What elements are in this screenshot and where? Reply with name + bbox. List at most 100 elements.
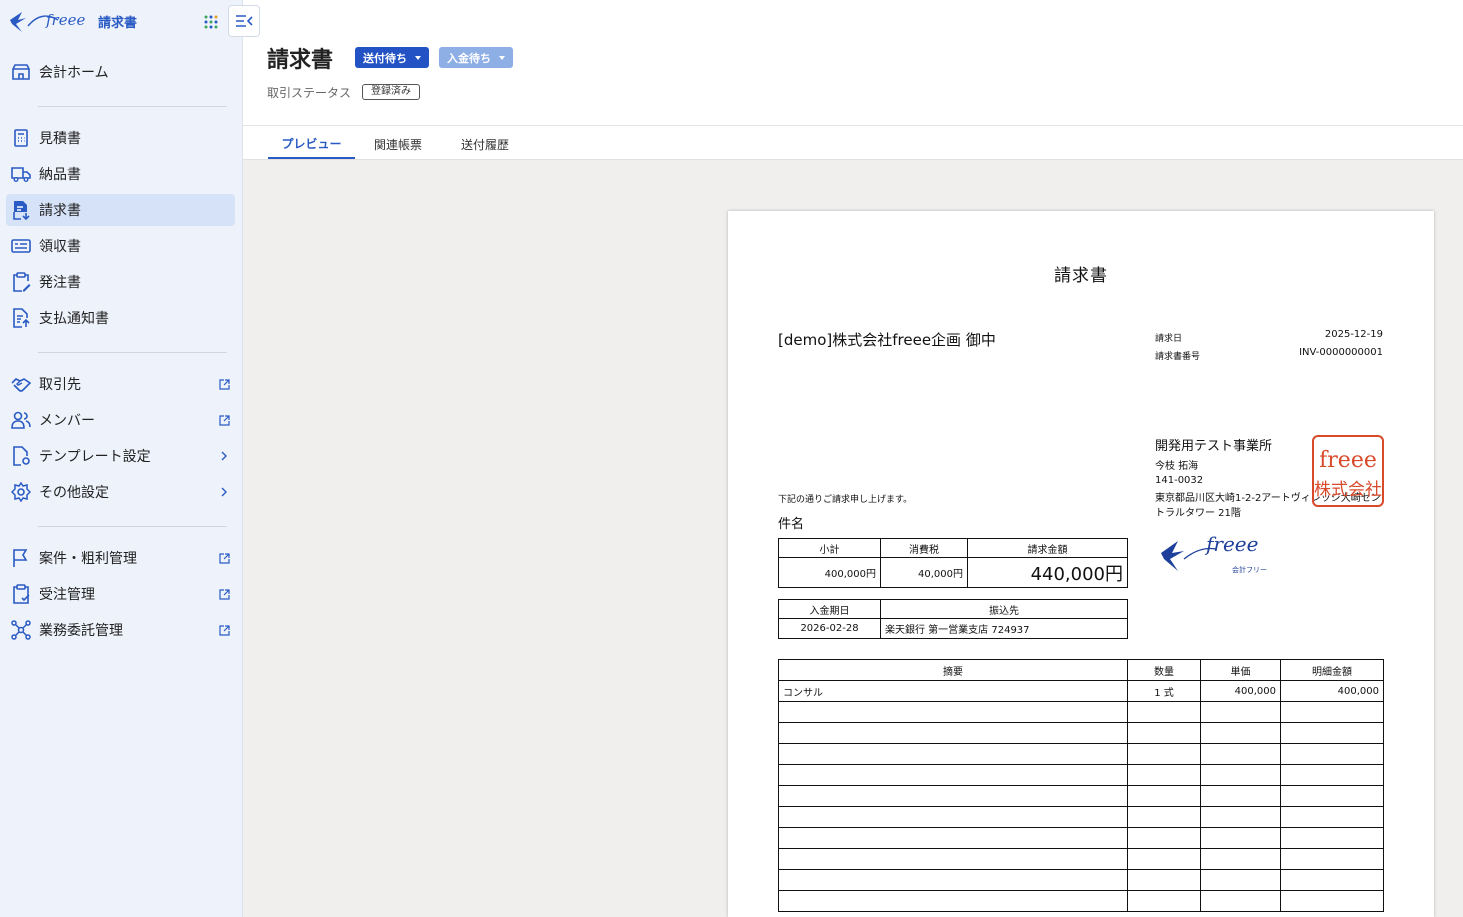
network-icon — [10, 619, 32, 641]
sidebar-item-template-settings[interactable]: テンプレート設定 — [6, 440, 235, 472]
sidebar-item-label: その他設定 — [39, 485, 109, 501]
total-value: 440,000円 — [967, 557, 1128, 588]
tax-value: 40,000円 — [880, 557, 968, 588]
invoice-number-label: 請求書番号 — [1155, 352, 1201, 362]
summary-header: 消費税 — [880, 538, 968, 558]
intro-text: 下記の通りご請求申し上げます。 — [778, 495, 913, 505]
sidebar-item-estimate[interactable]: 見積書 — [6, 122, 235, 154]
chevron-right-icon — [217, 449, 231, 463]
payment-table: 入金期日 振込先 2026-02-28 楽天銀行 第一営業支店 724937 — [778, 599, 1128, 639]
document-upload-icon — [10, 307, 32, 329]
deal-status-label: 取引ステータス — [267, 86, 352, 100]
sidebar-item-invoice[interactable]: 請求書 — [6, 194, 235, 226]
caret-down-icon — [415, 55, 421, 60]
header-divider — [243, 125, 1463, 126]
external-link-icon — [217, 623, 231, 637]
sidebar-divider — [38, 526, 227, 527]
invoice-title: 請求書 — [1054, 266, 1108, 286]
subject-label: 件名 — [778, 517, 805, 532]
sidebar-item-label: 案件・粗利管理 — [39, 551, 137, 567]
items-header: 数量 — [1127, 659, 1201, 681]
sidebar-item-project-margin[interactable]: 案件・粗利管理 — [6, 542, 235, 574]
caret-down-icon — [499, 55, 505, 60]
table-row — [778, 764, 1384, 786]
freee-logo[interactable]: freee 請求書 — [8, 6, 137, 36]
invoice-number-value: INV-0000000001 — [1299, 347, 1383, 358]
due-date-value: 2026-02-28 — [778, 618, 881, 639]
app-grid-icon[interactable] — [203, 14, 219, 30]
clipboard-check-icon — [10, 583, 32, 605]
sidebar-item-delivery[interactable]: 納品書 — [6, 158, 235, 190]
table-row — [778, 827, 1384, 849]
sidebar-divider — [38, 106, 227, 107]
company-seal-stamp: freee 株式会社 — [1312, 435, 1384, 507]
users-icon — [10, 409, 32, 431]
send-status-dropdown[interactable]: 送付待ち — [355, 47, 429, 68]
payment-status-label: 入金待ち — [447, 51, 491, 65]
sidebar-item-label: 発注書 — [39, 275, 81, 291]
table-row — [778, 785, 1384, 807]
table-row — [778, 701, 1384, 723]
tab-send-history[interactable]: 送付履歴 — [449, 130, 521, 159]
items-header: 明細金額 — [1280, 659, 1384, 681]
svg-text:freee: freee — [45, 11, 85, 29]
sidebar-item-label: テンプレート設定 — [39, 449, 151, 465]
payment-status-dropdown[interactable]: 入金待ち — [439, 47, 513, 68]
sidebar-item-members[interactable]: メンバー — [6, 404, 235, 436]
sidebar-item-label: 会計ホーム — [39, 65, 109, 81]
svg-text:freee: freee — [1204, 532, 1258, 556]
table-row — [778, 722, 1384, 744]
item-amount: 400,000 — [1280, 680, 1384, 702]
tab-related-documents[interactable]: 関連帳票 — [362, 130, 434, 159]
sidebar-item-receipt[interactable]: 領収書 — [6, 230, 235, 262]
sidebar-collapse-button[interactable] — [228, 5, 260, 37]
sidebar-item-label: 領収書 — [39, 239, 81, 255]
external-link-icon — [217, 377, 231, 391]
deal-status-badge: 登録済み — [362, 84, 420, 100]
bank-value: 楽天銀行 第一営業支店 724937 — [880, 618, 1128, 639]
sidebar-item-outsourcing[interactable]: 業務委託管理 — [6, 614, 235, 646]
summary-header: 小計 — [778, 538, 881, 558]
sidebar-item-other-settings[interactable]: その他設定 — [6, 476, 235, 508]
freee-swallow-icon: freee — [10, 11, 85, 32]
invoice-paper: 請求書 [demo]株式会社freee企画 御中 請求日 2025-12-19 … — [728, 211, 1434, 917]
collapse-menu-icon — [236, 15, 253, 27]
sidebar-item-label: 見積書 — [39, 131, 81, 147]
invoice-date-label: 請求日 — [1155, 334, 1183, 344]
send-status-label: 送付待ち — [363, 51, 407, 65]
tab-preview[interactable]: プレビュー — [268, 130, 355, 159]
item-unit-price: 400,000 — [1200, 680, 1281, 702]
item-quantity: 1 式 — [1127, 680, 1201, 702]
receipt-card-icon — [10, 235, 32, 257]
sender-address-line2: トラルタワー 21階 — [1155, 508, 1241, 519]
gear-icon — [10, 481, 32, 503]
store-icon — [10, 61, 32, 83]
svg-text:株式会社: 株式会社 — [1314, 480, 1382, 500]
sender-name: 開発用テスト事業所 — [1155, 439, 1273, 454]
table-row — [778, 743, 1384, 765]
sidebar-item-accounting-home[interactable]: 会計ホーム — [6, 56, 235, 88]
sidebar-item-payment-notice[interactable]: 支払通知書 — [6, 302, 235, 334]
chevron-right-icon — [217, 485, 231, 499]
sidebar-item-purchase-order[interactable]: 発注書 — [6, 266, 235, 298]
table-row — [778, 869, 1384, 891]
summary-table: 小計 消費税 請求金額 400,000円 40,000円 440,000円 — [778, 538, 1128, 588]
page-title: 請求書 — [267, 48, 334, 73]
calculator-icon — [10, 127, 32, 149]
svg-text:会計フリー: 会計フリー — [1232, 565, 1267, 574]
item-description: コンサル — [778, 680, 1128, 702]
sidebar-item-label: 納品書 — [39, 167, 81, 183]
invoice-date-value: 2025-12-19 — [1324, 329, 1383, 340]
external-link-icon — [217, 551, 231, 565]
truck-icon — [10, 163, 32, 185]
payment-header: 振込先 — [880, 599, 1128, 619]
document-gear-icon — [10, 445, 32, 467]
svg-text:freee: freee — [1319, 448, 1377, 473]
sidebar-item-label: メンバー — [39, 413, 95, 429]
external-link-icon — [217, 413, 231, 427]
sender-person: 今枝 拓海 — [1155, 461, 1199, 472]
sidebar-item-partners[interactable]: 取引先 — [6, 368, 235, 400]
sidebar-item-order-management[interactable]: 受注管理 — [6, 578, 235, 610]
items-header: 摘要 — [778, 659, 1128, 681]
table-row — [778, 806, 1384, 828]
